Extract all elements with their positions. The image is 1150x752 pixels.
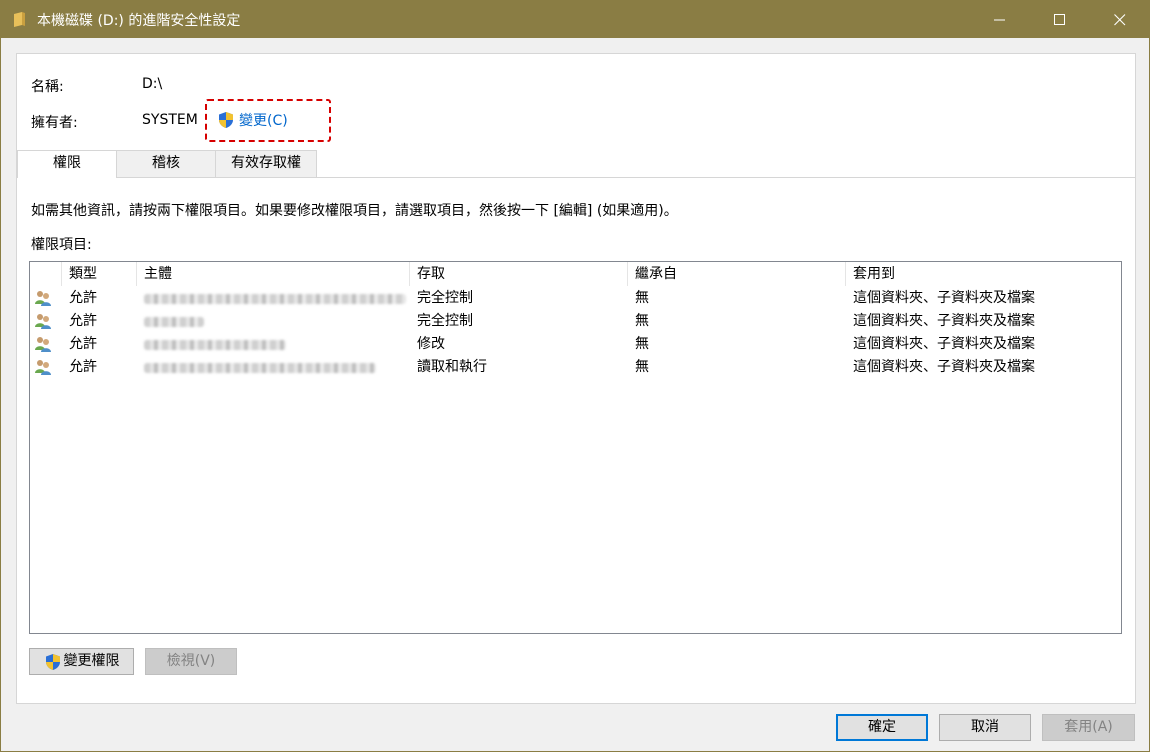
name-label: 名稱: <box>31 79 64 95</box>
change-permissions-label: 變更權限 <box>63 653 120 669</box>
principal-redacted <box>144 340 286 350</box>
tab-strip: 權限 稽核 有效存取權 <box>17 150 1135 178</box>
principal-redacted <box>144 317 204 327</box>
principal-redacted <box>144 363 376 373</box>
row-access: 完全控制 <box>417 313 473 329</box>
ok-button[interactable]: 確定 <box>836 714 928 741</box>
owner-label: 擁有者: <box>31 115 78 131</box>
row-type: 允許 <box>69 313 97 329</box>
owner-value: SYSTEM <box>142 112 198 128</box>
table-row[interactable]: 允許 讀取和執行 無 這個資料夾、子資料夾及檔案 <box>30 356 1121 379</box>
maximize-icon <box>1054 14 1065 25</box>
close-icon <box>1114 14 1126 26</box>
uac-shield-icon <box>45 653 60 670</box>
row-inherited: 無 <box>635 359 649 375</box>
row-inherited: 無 <box>635 290 649 306</box>
row-type: 允許 <box>69 336 97 352</box>
row-applies: 這個資料夾、子資料夾及檔案 <box>853 336 1035 352</box>
close-button[interactable] <box>1097 1 1143 38</box>
tab-effective-access[interactable]: 有效存取權 <box>215 150 317 177</box>
table-row[interactable]: 允許 修改 無 這個資料夾、子資料夾及檔案 <box>30 333 1121 356</box>
window-title: 本機磁碟 (D:) 的進階安全性設定 <box>37 13 241 29</box>
row-inherited: 無 <box>635 336 649 352</box>
folder-icon <box>14 12 25 27</box>
column-header-access[interactable]: 存取 <box>410 262 628 286</box>
minimize-icon <box>994 19 1005 21</box>
change-permissions-button[interactable]: 變更權限 <box>29 648 134 675</box>
row-access: 完全控制 <box>417 290 473 306</box>
column-header-applies[interactable]: 套用到 <box>846 262 1121 286</box>
row-access: 讀取和執行 <box>417 359 487 375</box>
tab-permissions[interactable]: 權限 <box>17 150 117 178</box>
info-text: 如需其他資訊，請按兩下權限項目。如果要修改權限項目，請選取項目，然後按一下 [編… <box>31 203 678 219</box>
title-bar[interactable]: 本機磁碟 (D:) 的進階安全性設定 <box>1 1 1149 38</box>
change-owner-highlight: 變更(C) <box>205 99 331 142</box>
column-header-type[interactable]: 類型 <box>62 262 137 286</box>
row-inherited: 無 <box>635 313 649 329</box>
minimize-button[interactable] <box>977 1 1023 38</box>
users-icon <box>35 337 51 352</box>
row-applies: 這個資料夾、子資料夾及檔案 <box>853 290 1035 306</box>
settings-panel: 名稱: D:\ 擁有者: SYSTEM 變更(C) 權限 稽核 有效存取權 如需… <box>16 53 1136 704</box>
users-icon <box>35 314 51 329</box>
row-type: 允許 <box>69 359 97 375</box>
change-owner-link[interactable]: 變更(C) <box>217 110 288 130</box>
permission-entries-label: 權限項目: <box>31 237 92 253</box>
table-row[interactable]: 允許 完全控制 無 這個資料夾、子資料夾及檔案 <box>30 287 1121 310</box>
users-icon <box>35 291 51 306</box>
uac-shield-icon <box>219 112 233 128</box>
column-header-principal[interactable]: 主體 <box>137 262 410 286</box>
tab-auditing[interactable]: 稽核 <box>116 150 216 177</box>
principal-redacted <box>144 294 406 304</box>
row-type: 允許 <box>69 290 97 306</box>
tab-divider <box>17 177 1135 178</box>
row-applies: 這個資料夾、子資料夾及檔案 <box>853 359 1035 375</box>
table-row[interactable]: 允許 完全控制 無 這個資料夾、子資料夾及檔案 <box>30 310 1121 333</box>
permission-entries-list[interactable]: 類型 主體 存取 繼承自 套用到 允許 完全控制 無 這個資料夾、子資料夾及檔案 <box>29 261 1122 634</box>
row-applies: 這個資料夾、子資料夾及檔案 <box>853 313 1035 329</box>
apply-button[interactable]: 套用(A) <box>1042 714 1135 741</box>
maximize-button[interactable] <box>1037 1 1083 38</box>
name-value: D:\ <box>142 76 163 92</box>
cancel-button[interactable]: 取消 <box>939 714 1031 741</box>
column-header-inherited[interactable]: 繼承自 <box>628 262 846 286</box>
view-button[interactable]: 檢視(V) <box>145 648 237 675</box>
security-settings-window: 本機磁碟 (D:) 的進階安全性設定 名稱: D:\ 擁有者: SYSTEM 變… <box>0 0 1150 752</box>
row-access: 修改 <box>417 336 445 352</box>
change-owner-label: 變更(C) <box>239 113 288 129</box>
users-icon <box>35 360 51 375</box>
column-header-icon[interactable] <box>30 262 62 286</box>
